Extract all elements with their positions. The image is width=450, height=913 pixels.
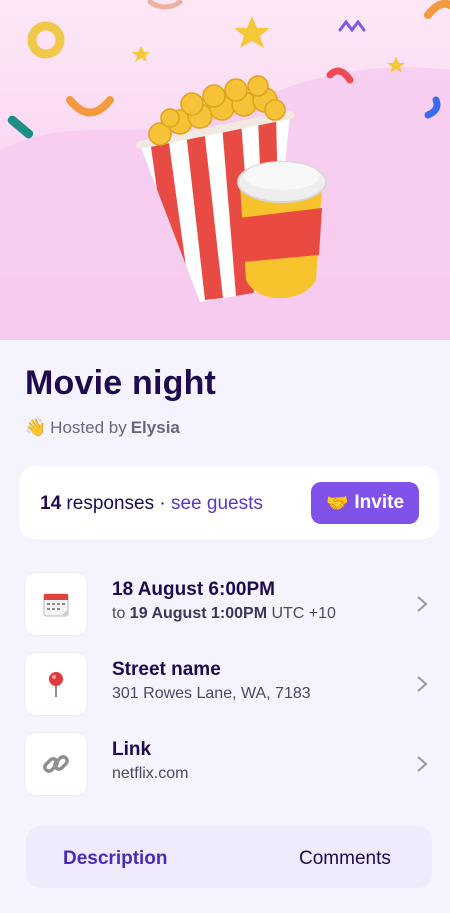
waving-hand-icon: 👋 <box>25 418 47 437</box>
date-secondary-timezone: UTC +10 <box>271 605 336 622</box>
responses-card: 14 responses · see guests 🤝 Invite <box>19 466 439 539</box>
event-content: Movie night 👋 Hosted by Elysia 14 respon… <box>0 340 450 913</box>
tab-comments[interactable]: Comments <box>299 848 391 870</box>
tab-description[interactable]: Description <box>63 848 168 870</box>
date-secondary-end: 19 August 1:00PM <box>129 605 268 622</box>
link-primary: Link <box>112 739 152 760</box>
date-primary: 18 August 6:00PM <box>112 579 275 600</box>
chevron-right-icon <box>417 756 428 772</box>
invite-button[interactable]: 🤝 Invite <box>311 482 419 524</box>
date-secondary-prefix: to <box>112 605 126 622</box>
responses-label: responses <box>66 493 155 514</box>
see-guests-link[interactable]: see guests <box>171 493 263 514</box>
host-name: Elysia <box>130 418 180 437</box>
link-icon <box>25 733 87 795</box>
confetti-ring <box>27 21 65 59</box>
separator-dot: · <box>159 493 166 514</box>
date-secondary: to 19 August 1:00PM UTC +10 <box>112 605 336 623</box>
calendar-icon <box>25 573 87 635</box>
pin-icon <box>25 653 87 715</box>
hero-banner <box>0 0 450 340</box>
handshake-icon: 🤝 <box>325 492 349 513</box>
link-secondary: netflix.com <box>112 765 189 782</box>
chevron-right-icon <box>417 676 428 692</box>
chevron-right-icon <box>417 596 428 612</box>
responses-summary: 14 responses · see guests <box>40 493 263 515</box>
event-title: Movie night <box>25 364 217 402</box>
location-primary: Street name <box>112 659 221 680</box>
location-row[interactable]: Street name 301 Rowes Lane, WA, 7183 <box>25 653 435 715</box>
tab-bar: Description Comments <box>26 826 432 888</box>
link-row[interactable]: Link netflix.com <box>25 733 435 795</box>
invite-label: Invite <box>354 492 405 513</box>
location-secondary: 301 Rowes Lane, WA, 7183 <box>112 685 311 702</box>
date-row[interactable]: 18 August 6:00PM to 19 August 1:00PM UTC… <box>25 573 435 635</box>
popcorn-illustration <box>0 0 450 340</box>
host-line: 👋 Hosted by Elysia <box>25 418 180 438</box>
host-prefix: Hosted by <box>50 418 127 437</box>
responses-count: 14 <box>40 493 62 514</box>
